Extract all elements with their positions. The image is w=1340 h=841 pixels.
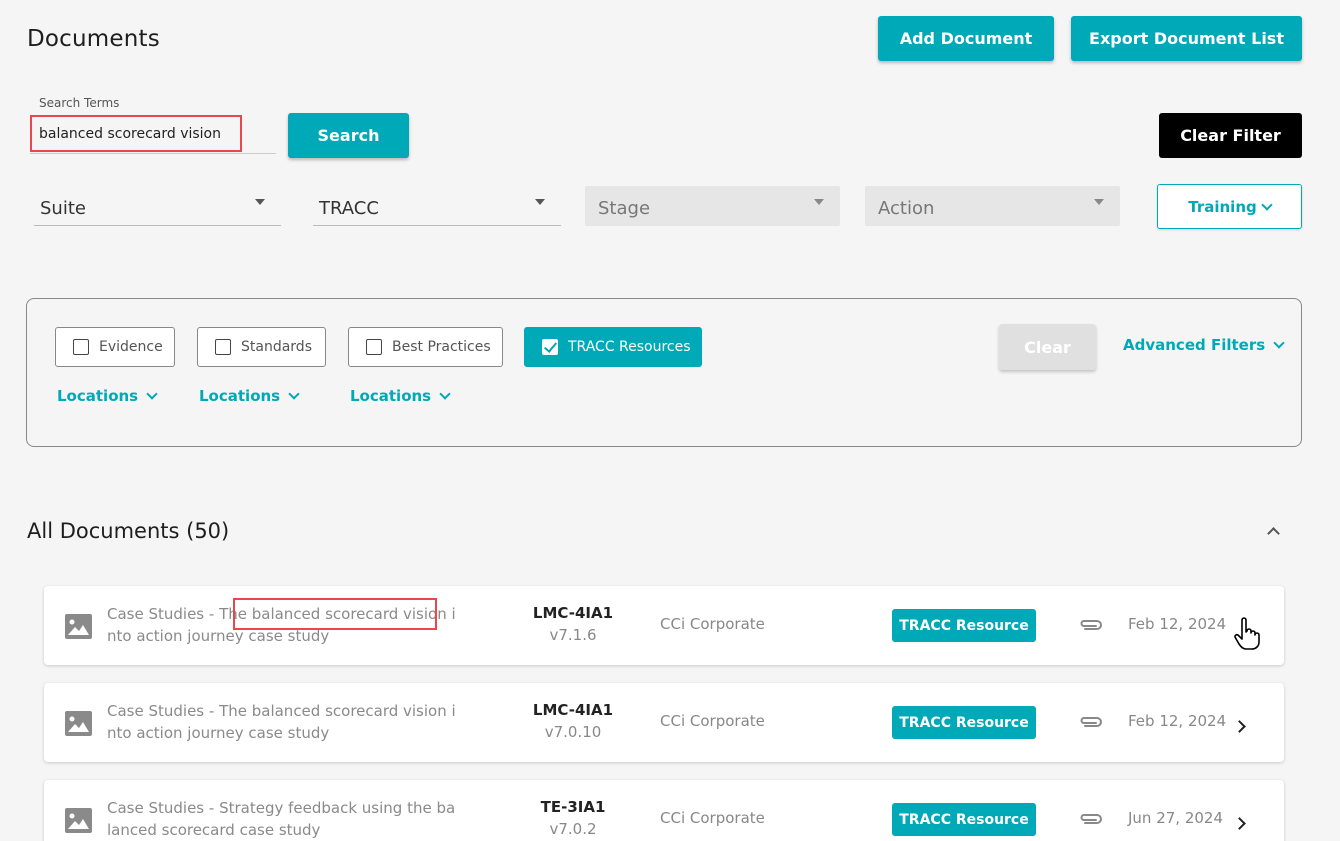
standards-label: Standards [241, 339, 312, 355]
document-row[interactable]: Case Studies - The balanced scorecard vi… [44, 683, 1284, 762]
evidence-checkbox[interactable]: Evidence [55, 327, 175, 367]
image-icon [65, 711, 92, 736]
locations-label: Locations [199, 387, 281, 405]
caret-down-icon [814, 199, 824, 205]
document-title: Case Studies - The balanced scorecard vi… [107, 605, 456, 645]
tracc-resource-badge: TRACC Resource [892, 609, 1036, 642]
chevron-down-icon [1261, 198, 1273, 211]
document-title: Case Studies - Strategy feedback using t… [107, 799, 456, 839]
search-input-value: balanced scorecard vision [39, 126, 221, 142]
training-label: Training [1188, 197, 1257, 216]
document-version: v7.1.6 [549, 626, 597, 644]
chevron-down-icon [146, 388, 158, 400]
checkbox-checked-icon [542, 339, 558, 355]
tracc-resources-checkbox[interactable]: TRACC Resources [524, 327, 702, 367]
locations-label: Locations [350, 387, 432, 405]
action-select-label: Action [878, 198, 935, 219]
chevron-down-icon [439, 388, 451, 400]
chevron-down-icon [1273, 337, 1285, 349]
document-date: Jun 27, 2024 [1128, 809, 1224, 827]
document-row[interactable]: Case Studies - Strategy feedback using t… [44, 780, 1284, 841]
clear-button: Clear [999, 324, 1096, 370]
document-date: Feb 12, 2024 [1128, 615, 1227, 633]
chevron-right-icon[interactable] [1233, 716, 1246, 735]
all-documents-heading: All Documents (50) [27, 519, 230, 543]
document-row[interactable]: Case Studies - The balanced scorecard vi… [44, 586, 1284, 665]
document-version: v7.0.10 [544, 723, 602, 741]
export-document-list-button[interactable]: Export Document List [1071, 16, 1302, 61]
image-icon [65, 808, 92, 833]
tracc-select[interactable]: TRACC [313, 186, 561, 226]
add-document-button[interactable]: Add Document [878, 16, 1054, 61]
stage-select: Stage [585, 186, 840, 226]
tracc-resource-badge: TRACC Resource [892, 803, 1036, 836]
page-title: Documents [27, 26, 160, 52]
search-button[interactable]: Search [288, 113, 409, 158]
document-date: Feb 12, 2024 [1128, 712, 1227, 730]
search-label: Search Terms [39, 96, 120, 110]
document-code: LMC-4IA1 [532, 701, 614, 719]
evidence-locations-dropdown[interactable]: Locations [57, 387, 158, 405]
action-select: Action [865, 186, 1120, 226]
chevron-right-icon[interactable] [1233, 813, 1246, 832]
document-organization: CCi Corporate [660, 615, 765, 633]
checkbox-icon [73, 339, 89, 355]
attachment-icon [1079, 617, 1103, 636]
tracc-select-label: TRACC [319, 198, 379, 219]
training-dropdown-button[interactable]: Training [1157, 184, 1302, 229]
clear-filter-button[interactable]: Clear Filter [1159, 113, 1302, 158]
document-code: LMC-4IA1 [532, 604, 614, 622]
hand-cursor-icon [1232, 617, 1262, 657]
document-organization: CCi Corporate [660, 809, 765, 827]
tracc-resources-label: TRACC Resources [568, 339, 691, 355]
suite-select-label: Suite [40, 198, 86, 219]
checkbox-icon [215, 339, 231, 355]
chevron-up-icon [1266, 527, 1280, 540]
advanced-filters-toggle[interactable]: Advanced Filters [1123, 336, 1285, 354]
caret-down-icon [1094, 199, 1104, 205]
best-practices-locations-dropdown[interactable]: Locations [350, 387, 451, 405]
best-practices-checkbox[interactable]: Best Practices [348, 327, 503, 367]
collapse-section-button[interactable] [1263, 526, 1283, 540]
standards-locations-dropdown[interactable]: Locations [199, 387, 300, 405]
document-organization: CCi Corporate [660, 712, 765, 730]
chevron-down-icon [288, 388, 300, 400]
stage-select-label: Stage [598, 198, 651, 219]
best-practices-label: Best Practices [392, 339, 491, 355]
document-code: TE-3IA1 [540, 798, 606, 816]
tracc-resource-badge: TRACC Resource [892, 706, 1036, 739]
checkbox-icon [366, 339, 382, 355]
advanced-filters-label: Advanced Filters [1123, 336, 1266, 354]
search-input[interactable]: balanced scorecard vision [30, 115, 276, 154]
attachment-icon [1079, 811, 1103, 830]
caret-down-icon [535, 199, 545, 205]
locations-label: Locations [57, 387, 139, 405]
document-version: v7.0.2 [549, 820, 597, 838]
attachment-icon [1079, 714, 1103, 733]
standards-checkbox[interactable]: Standards [197, 327, 326, 367]
image-icon [65, 614, 92, 639]
evidence-label: Evidence [99, 339, 163, 355]
caret-down-icon [255, 199, 265, 205]
document-title: Case Studies - The balanced scorecard vi… [107, 702, 456, 742]
suite-select[interactable]: Suite [34, 186, 281, 226]
filter-panel: Evidence Standards Best Practices TRACC … [26, 298, 1302, 447]
